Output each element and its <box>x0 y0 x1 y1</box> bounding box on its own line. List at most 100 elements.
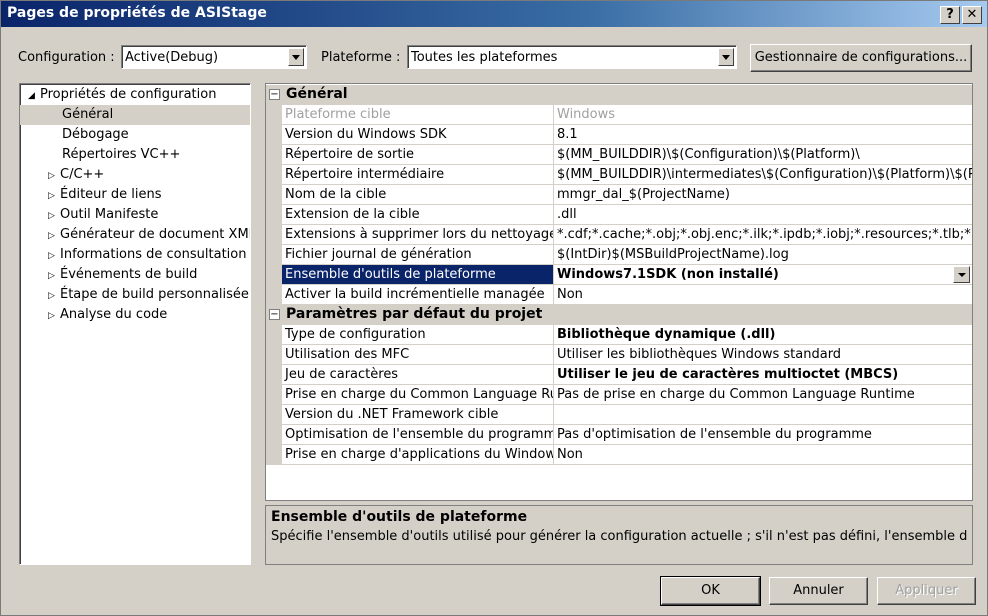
property-value[interactable]: Utiliser les bibliothèques Windows stand… <box>554 345 972 365</box>
property-name: Jeu de caractères <box>282 365 554 385</box>
row-gutter <box>266 125 282 145</box>
platform-dropdown[interactable]: Toutes les plateformes <box>407 45 737 69</box>
close-button[interactable]: ✕ <box>962 6 982 24</box>
tree-item-manifest-tool[interactable]: ▷ Outil Manifeste <box>48 205 158 225</box>
tree-item-custom-build-step[interactable]: ▷ Étape de build personnalisée <box>48 285 249 305</box>
property-value: Windows <box>554 105 972 125</box>
row-gutter <box>266 285 282 305</box>
tree-item-c-cpp[interactable]: ▷ C/C++ <box>48 165 104 185</box>
property-value[interactable]: .dll <box>554 205 972 225</box>
property-name: Plateforme cible <box>282 105 554 125</box>
tree-item-xml-doc-generator[interactable]: ▷ Générateur de document XML <box>48 225 250 246</box>
property-row[interactable]: Nom de la cible mmgr_dal_$(ProjectName) <box>266 185 972 205</box>
title-bar[interactable]: Pages de propriétés de ASIStage ? ✕ <box>1 1 987 27</box>
expand-triangle-icon[interactable]: ▷ <box>48 186 60 206</box>
property-name: Répertoire de sortie <box>282 145 554 165</box>
tree-item-label: Outil Manifeste <box>60 207 159 222</box>
row-gutter <box>266 185 282 205</box>
chevron-down-icon <box>722 55 730 60</box>
configuration-manager-button[interactable]: Gestionnaire de configurations... <box>750 44 972 72</box>
tree-item-general[interactable]: Général <box>20 105 250 125</box>
tree-item-vc-directories[interactable]: Répertoires VC++ <box>62 145 180 165</box>
property-value[interactable]: $(MM_BUILDDIR)\intermediates\$(Configura… <box>554 165 972 185</box>
property-name: Fichier journal de génération <box>282 245 554 265</box>
property-row[interactable]: Version du Windows SDK 8.1 <box>266 125 972 145</box>
platform-dropdown-button[interactable] <box>718 48 734 66</box>
tree-root[interactable]: ◢ Propriétés de configuration <box>28 85 216 105</box>
property-row[interactable]: Extension de la cible .dll <box>266 205 972 225</box>
row-gutter <box>266 205 282 225</box>
configuration-dropdown[interactable]: Active(Debug) <box>121 45 307 69</box>
property-value[interactable]: 8.1 <box>554 125 972 145</box>
property-value[interactable]: $(MM_BUILDDIR)\$(Configuration)\$(Platfo… <box>554 145 972 165</box>
property-value[interactable]: Pas de prise en charge du Common Languag… <box>554 385 972 405</box>
collapse-icon[interactable]: − <box>269 89 280 100</box>
row-gutter <box>266 365 282 385</box>
expand-triangle-icon[interactable]: ▷ <box>48 226 60 246</box>
property-row[interactable]: Type de configuration Bibliothèque dynami… <box>266 325 972 345</box>
property-row[interactable]: Plateforme cible Windows <box>266 105 972 125</box>
property-row[interactable]: Répertoire intermédiaire $(MM_BUILDDIR)\i… <box>266 165 972 185</box>
property-row[interactable]: Utilisation des MFC Utiliser les biblioth… <box>266 345 972 365</box>
tree-item-build-events[interactable]: ▷ Événements de build <box>48 265 197 285</box>
tree-item-browse-information[interactable]: ▷ Informations de consultation <box>48 245 246 265</box>
row-gutter <box>266 325 282 345</box>
help-button[interactable]: ? <box>940 6 960 24</box>
property-name: Extensions à supprimer lors du nettoyage <box>282 225 554 245</box>
tree-item-label: Événements de build <box>60 267 198 282</box>
property-value[interactable]: $(IntDir)$(MSBuildProjectName).log <box>554 245 972 265</box>
property-value[interactable]: *.cdf;*.cache;*.obj;*.obj.enc;*.ilk;*.ip… <box>554 225 972 245</box>
property-name: Version du .NET Framework cible <box>282 405 554 425</box>
property-row[interactable]: Optimisation de l'ensemble du programme P… <box>266 425 972 445</box>
property-row[interactable]: Activer la build incrémentielle managée N… <box>266 285 972 305</box>
property-value[interactable]: Pas d'optimisation de l'ensemble du prog… <box>554 425 972 445</box>
category-project-defaults[interactable]: − Paramètres par défaut du projet <box>266 305 972 325</box>
property-row[interactable]: Fichier journal de génération $(IntDir)$(… <box>266 245 972 265</box>
row-gutter <box>266 265 282 285</box>
property-value[interactable]: Bibliothèque dynamique (.dll) <box>554 325 972 345</box>
description-title: Ensemble d'outils de plateforme <box>271 509 528 525</box>
collapse-icon[interactable]: − <box>269 309 280 320</box>
collapse-triangle-icon[interactable]: ◢ <box>28 86 40 106</box>
row-gutter <box>266 385 282 405</box>
chevron-down-icon <box>958 273 966 277</box>
expand-triangle-icon[interactable]: ▷ <box>48 266 60 286</box>
platform-value: Toutes les plateformes <box>411 50 558 65</box>
tree-item-code-analysis[interactable]: ▷ Analyse du code <box>48 305 167 325</box>
ok-button[interactable]: OK <box>660 576 761 606</box>
property-row-selected[interactable]: Ensemble d'outils de plateforme Windows7.… <box>266 265 972 285</box>
configuration-dropdown-button[interactable] <box>288 48 304 66</box>
platform-toolset-field[interactable]: Windows7.1SDK (non installé) <box>554 265 972 285</box>
cancel-button[interactable]: Annuler <box>769 577 868 605</box>
expand-triangle-icon[interactable]: ▷ <box>48 246 60 266</box>
property-name: Version du Windows SDK <box>282 125 554 145</box>
property-grid[interactable]: − Général Plateforme cible Windows Versio… <box>265 83 973 501</box>
apply-button[interactable]: Appliquer <box>877 577 976 605</box>
property-row[interactable]: Prise en charge du Common Language Runti… <box>266 385 972 405</box>
configuration-value: Active(Debug) <box>125 50 219 65</box>
property-row[interactable]: Jeu de caractères Utiliser le jeu de cara… <box>266 365 972 385</box>
property-value[interactable]: Non <box>554 445 972 465</box>
property-value[interactable] <box>554 405 972 425</box>
property-row[interactable]: Prise en charge d'applications du Window… <box>266 445 972 465</box>
expand-triangle-icon[interactable]: ▷ <box>48 286 60 306</box>
tree-item-label: Informations de consultation <box>60 247 247 262</box>
expand-triangle-icon[interactable]: ▷ <box>48 166 60 186</box>
property-tree[interactable]: ◢ Propriétés de configuration Général Déb… <box>19 83 251 565</box>
description-pane: Ensemble d'outils de plateforme Spécifie… <box>265 505 973 565</box>
property-row[interactable]: Répertoire de sortie $(MM_BUILDDIR)\$(Con… <box>266 145 972 165</box>
property-value[interactable]: Non <box>554 285 972 305</box>
property-value[interactable]: mmgr_dal_$(ProjectName) <box>554 185 972 205</box>
row-gutter <box>266 165 282 185</box>
platform-toolset-dropdown-button[interactable] <box>953 266 970 283</box>
tree-item-linker[interactable]: ▷ Éditeur de liens <box>48 185 162 205</box>
expand-triangle-icon[interactable]: ▷ <box>48 306 60 326</box>
tree-item-debugging[interactable]: Débogage <box>62 125 129 145</box>
property-value[interactable]: Utiliser le jeu de caractères multioctet… <box>554 365 972 385</box>
property-row[interactable]: Version du .NET Framework cible <box>266 405 972 425</box>
window-title: Pages de propriétés de ASIStage <box>7 5 267 21</box>
category-general[interactable]: − Général <box>266 85 972 105</box>
property-row[interactable]: Extensions à supprimer lors du nettoyage… <box>266 225 972 245</box>
expand-triangle-icon[interactable]: ▷ <box>48 206 60 226</box>
property-name: Prise en charge du Common Language Runti… <box>282 385 554 405</box>
